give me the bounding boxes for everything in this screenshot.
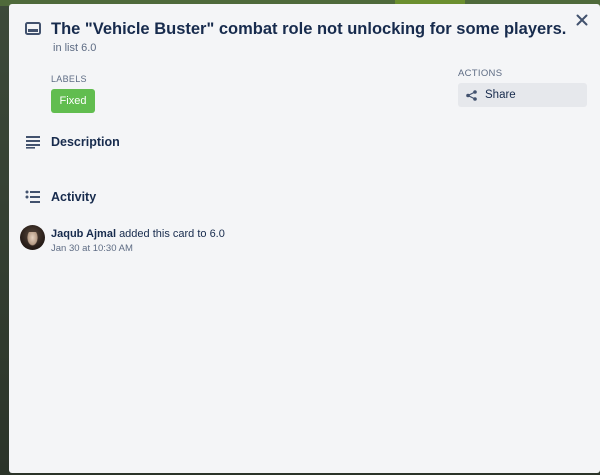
list-prefix: in list (53, 42, 79, 54)
label-fixed[interactable]: Fixed (51, 89, 95, 113)
activity-member[interactable]: Jaqub Ajmal (51, 228, 116, 240)
list-name[interactable]: 6.0 (81, 42, 96, 54)
actions-heading: ACTIONS (458, 68, 503, 79)
share-icon (466, 89, 477, 101)
share-label: Share (485, 89, 516, 101)
share-button[interactable]: Share (458, 83, 587, 107)
labels-heading: LABELS (51, 74, 87, 84)
close-icon[interactable] (574, 12, 590, 28)
activity-timestamp[interactable]: Jan 30 at 10:30 AM (51, 243, 133, 254)
card-title[interactable]: The "Vehicle Buster" combat role not unl… (51, 18, 571, 40)
card-icon (25, 22, 41, 36)
card-detail-modal: The "Vehicle Buster" combat role not unl… (9, 4, 600, 473)
activity-icon (25, 190, 41, 204)
description-icon (25, 135, 41, 149)
activity-title: Activity (51, 190, 97, 204)
avatar[interactable] (20, 225, 45, 250)
activity-entry: Jaqub Ajmal added this card to 6.0 (51, 228, 225, 240)
card-list-info: in list 6.0 (53, 42, 96, 54)
description-title: Description (51, 135, 120, 149)
activity-text: added this card to 6.0 (119, 228, 225, 240)
